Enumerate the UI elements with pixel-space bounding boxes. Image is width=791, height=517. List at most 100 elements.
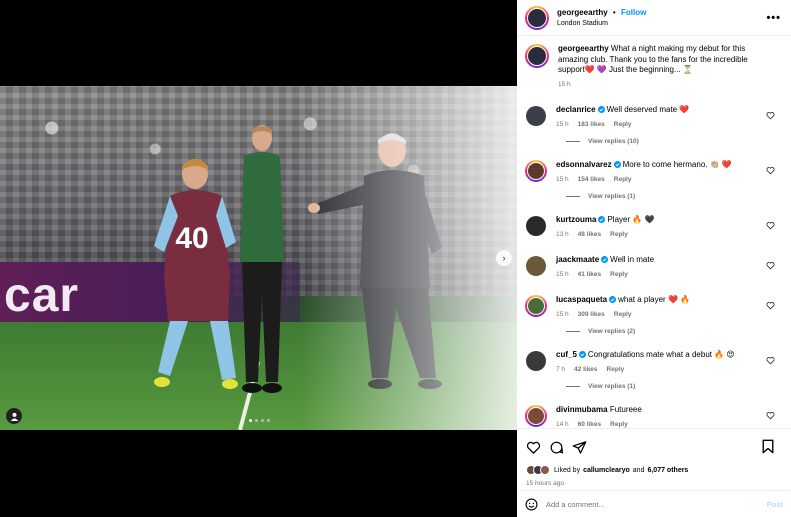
post-details-panel: georgeearthy • Follow London Stadium •••… [517, 0, 791, 517]
commenter-username[interactable]: jaackmaate [556, 255, 599, 264]
advertising-text: car [4, 269, 80, 322]
verified-badge-icon [601, 256, 609, 263]
comment-like-heart-icon[interactable] [766, 221, 775, 230]
comment-item: kurtzouma Player 🔥 🖤 13 h 48 likes Reply [525, 215, 783, 240]
comment-likes[interactable]: 60 likes [578, 421, 602, 428]
comment-text: Futureee [609, 405, 642, 414]
liked-by-and: and [632, 466, 645, 474]
author-username[interactable]: georgeearthy [557, 8, 608, 17]
shirt-number: 40 [175, 222, 208, 255]
comment-time: 15 h [556, 270, 569, 278]
caption-time: 15 h [558, 80, 571, 88]
comment-text: Player 🔥 🖤 [607, 215, 655, 224]
carousel-dot [249, 419, 252, 422]
comment-time: 14 h [556, 420, 569, 428]
view-replies-button[interactable]: View replies (1) [566, 193, 783, 200]
carousel-dot [261, 419, 264, 422]
commenter-avatar[interactable] [525, 160, 547, 182]
comment-likes[interactable]: 41 likes [578, 271, 602, 278]
commenter-username[interactable]: lucaspaqueta [556, 295, 607, 304]
comment-time: 13 h [556, 230, 569, 238]
reply-button[interactable]: Reply [610, 271, 628, 278]
comment-text: Well in mate [610, 255, 655, 264]
comment-likes[interactable]: 309 likes [578, 311, 605, 318]
comment-likes[interactable]: 48 likes [578, 231, 602, 238]
comment-text: what a player ❤️ 🔥 [618, 295, 691, 304]
liked-by-user[interactable]: callumclearyo [583, 467, 630, 474]
comment-item: jaackmaate Well in mate 15 h 41 likes Reply [525, 255, 783, 280]
comment-time: 15 h [556, 310, 569, 318]
commenter-avatar[interactable] [525, 350, 547, 375]
comment-item: cuf_5 Congratulations mate what a debut 🔥… [525, 350, 783, 375]
carousel-dot [267, 419, 270, 422]
commenter-avatar[interactable] [525, 405, 547, 427]
reply-button[interactable]: Reply [610, 231, 628, 238]
emoji-icon[interactable] [525, 498, 538, 511]
bookmark-icon[interactable] [761, 439, 775, 454]
comment-likes[interactable]: 154 likes [578, 176, 605, 183]
verified-badge-icon [613, 161, 621, 168]
add-comment-bar: Post [517, 490, 791, 517]
commenter-username[interactable]: declanrice [556, 105, 596, 114]
photo-fade [300, 86, 517, 430]
reply-button[interactable]: Reply [614, 311, 632, 318]
comment-like-heart-icon[interactable] [766, 111, 775, 120]
chevron-right-icon: › [502, 253, 506, 263]
comment-like-heart-icon[interactable] [766, 166, 775, 175]
comment-like-heart-icon[interactable] [766, 356, 775, 365]
commenter-username[interactable]: cuf_5 [556, 350, 577, 359]
reply-button[interactable]: Reply [610, 421, 628, 428]
comment-input[interactable] [546, 499, 767, 509]
comment-text: More to come hermano. 👏🏼 ❤️ [622, 160, 732, 169]
comment-item: lucaspaqueta what a player ❤️ 🔥 15 h 309 li… [525, 295, 783, 320]
comment-likes[interactable]: 183 likes [578, 121, 605, 128]
commenter-avatar[interactable] [525, 255, 547, 280]
commenter-avatar[interactable] [525, 215, 547, 240]
commenter-username[interactable]: kurtzouma [556, 215, 596, 224]
verified-badge-icon [597, 106, 605, 113]
post-timestamp[interactable]: 15 hours ago [526, 480, 783, 487]
post-media-area: car 40 › [0, 0, 517, 517]
next-media-button[interactable]: › [496, 250, 512, 266]
comment-text: Congratulations mate what a debut 🔥 😍 [587, 350, 735, 359]
verified-badge-icon [598, 216, 606, 223]
comment-like-heart-icon[interactable] [766, 301, 775, 310]
commenter-avatar[interactable] [525, 295, 547, 317]
comment-like-heart-icon[interactable] [766, 411, 775, 420]
commenter-avatar[interactable] [525, 105, 547, 130]
comment-likes[interactable]: 42 likes [574, 366, 598, 373]
view-replies-button[interactable]: View replies (10) [566, 138, 783, 145]
action-bar: Liked by callumclearyo and 6,077 others … [517, 428, 791, 487]
tagged-users-button[interactable] [6, 408, 22, 424]
commenter-username[interactable]: edsonnalvarez [556, 160, 612, 169]
comment-item: edsonnalvarez More to come hermano. 👏🏼 ❤️… [525, 160, 783, 185]
more-options-icon[interactable]: ••• [766, 12, 781, 24]
post-location[interactable]: London Stadium [557, 18, 646, 29]
follow-button[interactable]: Follow [621, 8, 646, 17]
comment-item: declanrice Well deserved mate ❤️ 15 h 183 l… [525, 105, 783, 130]
post-header: georgeearthy • Follow London Stadium ••• [517, 0, 791, 36]
view-replies-button[interactable]: View replies (2) [566, 328, 783, 335]
comment-item: divinmubama Futureee 14 h 60 likes Reply [525, 405, 783, 428]
post-comment-button[interactable]: Post [767, 500, 783, 509]
caption-username[interactable]: georgeearthy [558, 44, 609, 53]
view-replies-button[interactable]: View replies (1) [566, 383, 783, 390]
reply-button[interactable]: Reply [614, 121, 632, 128]
liked-by-prefix: Liked by [554, 466, 581, 474]
reply-button[interactable]: Reply [607, 366, 625, 373]
user-icon [10, 412, 18, 421]
post-photo[interactable]: car 40 [0, 86, 517, 430]
view-replies-label: View replies (1) [588, 383, 636, 390]
caption-avatar[interactable] [525, 44, 549, 68]
reply-button[interactable]: Reply [614, 176, 632, 183]
official-figure [240, 125, 284, 393]
verified-badge-icon [578, 351, 586, 358]
like-heart-icon[interactable] [526, 440, 541, 455]
share-icon[interactable] [572, 440, 587, 455]
likes-count[interactable]: 6,077 others [647, 467, 688, 474]
commenter-username[interactable]: divinmubama [556, 405, 608, 414]
comment-like-heart-icon[interactable] [766, 261, 775, 270]
comments-list[interactable]: georgeearthy What a night making my debu… [517, 36, 791, 428]
comment-icon[interactable] [549, 440, 564, 455]
author-avatar[interactable] [525, 5, 549, 30]
